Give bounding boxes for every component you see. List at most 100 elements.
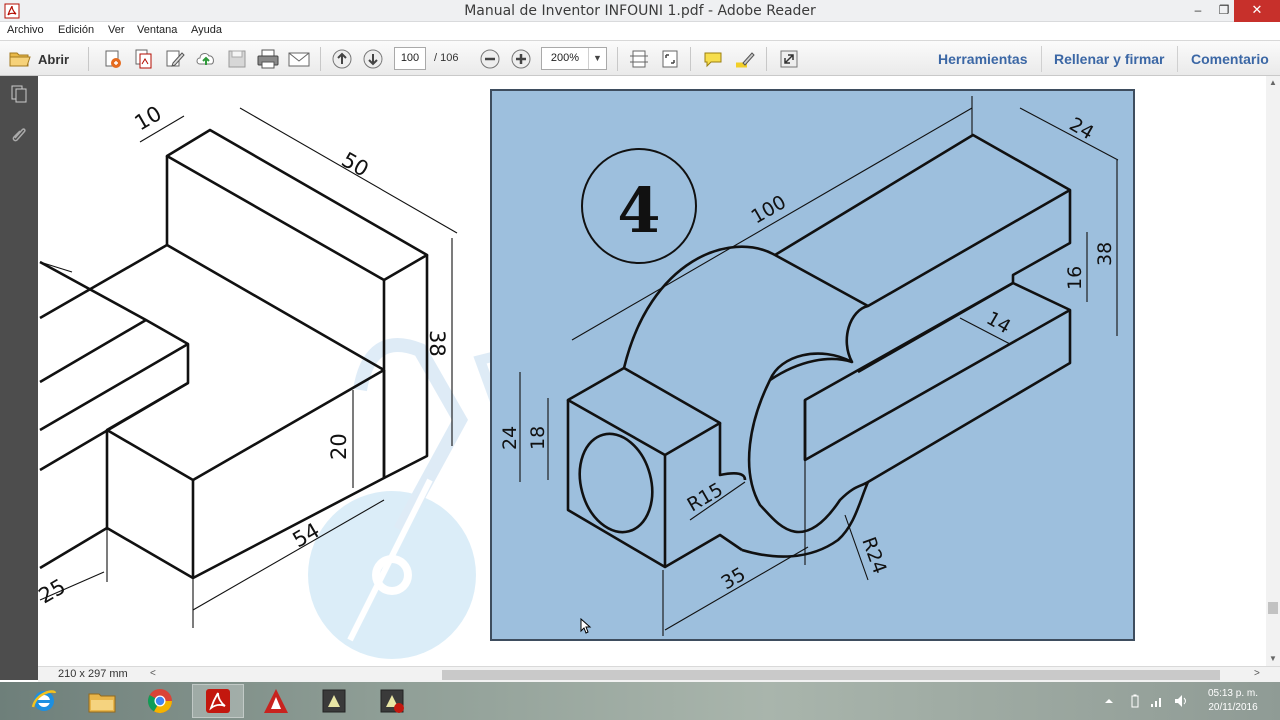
window-title: Manual de Inventor INFOUNI 1.pdf - Adobe… (464, 3, 816, 19)
wifi-signal-icon[interactable] (1150, 694, 1164, 708)
fit-width-icon (630, 50, 648, 68)
menu-ver[interactable]: Ver (108, 24, 125, 36)
clock-time: 05:13 p. m. (1207, 688, 1258, 699)
menu-ayuda[interactable]: Ayuda (191, 24, 222, 36)
toolbar-separator (88, 47, 89, 71)
combine-files-icon (135, 49, 152, 69)
email-button[interactable] (287, 47, 311, 71)
folder-icon (9, 52, 31, 67)
fill-and-sign-button[interactable]: Rellenar y firmar (1054, 51, 1165, 67)
vertical-scroll-thumb[interactable] (1268, 602, 1278, 614)
expand-icon (780, 50, 798, 68)
dim-label-24-left: 24 (499, 426, 521, 450)
scroll-down-icon[interactable]: ▼ (1266, 654, 1280, 663)
create-pdf-icon (105, 50, 121, 68)
toolbar: Abrir 100 / 106 200% ▼ Herramientas Rell… (0, 40, 1280, 76)
highlight-button[interactable] (732, 47, 756, 71)
status-bar: 210 x 297 mm < > (38, 666, 1280, 682)
page-total: / 106 (434, 52, 459, 64)
next-page-button[interactable] (361, 47, 385, 71)
scroll-right-icon[interactable]: > (1254, 668, 1260, 679)
sticky-note-button[interactable] (701, 47, 725, 71)
previous-page-button[interactable] (330, 47, 354, 71)
navigation-pane (0, 76, 38, 680)
inventor-file-taskbar-button[interactable] (366, 684, 418, 718)
save-button[interactable] (225, 47, 249, 71)
vertical-scrollbar[interactable]: ▲ ▼ (1266, 76, 1280, 666)
chevron-down-icon[interactable]: ▼ (588, 48, 606, 69)
volume-speaker-icon[interactable] (1174, 694, 1188, 708)
open-label: Abrir (38, 51, 70, 67)
zoom-value: 200% (550, 52, 580, 64)
exercise-number: 4 (617, 174, 660, 247)
inventor-taskbar-button[interactable] (308, 684, 360, 718)
envelope-icon (288, 52, 310, 67)
autocad-icon (264, 689, 288, 713)
zoom-out-button[interactable] (478, 47, 502, 71)
menu-edicion[interactable]: Edición (58, 24, 94, 36)
adobe-reader-icon (206, 689, 230, 713)
dim-label-50: 50 (338, 148, 373, 182)
zoom-in-button[interactable] (509, 47, 533, 71)
upload-cloud-button[interactable] (194, 47, 218, 71)
show-hidden-icons-icon[interactable] (1104, 696, 1114, 706)
create-pdf-button[interactable] (101, 47, 125, 71)
close-button[interactable]: ✕ (1234, 0, 1280, 22)
chrome-icon (147, 689, 172, 714)
page-thumbnails-icon[interactable] (9, 84, 29, 104)
toolbar-separator (1041, 46, 1042, 72)
tools-panel-button[interactable]: Herramientas (938, 51, 1028, 67)
dim-label-38: 38 (425, 330, 449, 357)
minimize-button[interactable]: ‒ (1184, 0, 1212, 22)
toolbar-separator (690, 47, 691, 71)
toolbar-separator (617, 47, 618, 71)
print-button[interactable] (256, 47, 280, 71)
arrow-down-circle-icon (363, 49, 383, 69)
title-bar: Manual de Inventor INFOUNI 1.pdf - Adobe… (0, 0, 1280, 22)
menu-archivo[interactable]: Archivo (7, 24, 44, 36)
document-view[interactable]: 10 50 38 20 54 25 4 100 24 38 16 14 24 1… (38, 76, 1266, 666)
folder-explorer-icon (88, 693, 116, 713)
highlighter-icon (736, 52, 755, 68)
arrow-up-circle-icon (332, 49, 352, 69)
windows-taskbar: 05:13 p. m. 20/11/2016 (0, 682, 1280, 720)
file-explorer-taskbar-button[interactable] (76, 684, 128, 718)
document-page-drawing: 10 50 38 20 54 25 4 100 24 38 16 14 24 1… (38, 89, 1135, 659)
chrome-taskbar-button[interactable] (134, 684, 186, 718)
horizontal-scroll-thumb[interactable] (442, 670, 1220, 680)
battery-icon[interactable] (1130, 694, 1140, 708)
menu-ventana[interactable]: Ventana (137, 24, 177, 36)
dim-label-38: 38 (1094, 242, 1116, 266)
internet-explorer-icon (31, 690, 57, 711)
save-icon (228, 50, 246, 68)
page-size-label: 210 x 297 mm (58, 668, 128, 680)
taskbar-clock[interactable]: 05:13 p. m. 20/11/2016 (1208, 687, 1258, 715)
toolbar-separator (1177, 46, 1178, 72)
dim-label-16: 16 (1064, 266, 1086, 290)
fit-page-icon (662, 50, 678, 68)
scroll-left-icon[interactable]: < (150, 668, 156, 679)
menu-bar: Archivo Edición Ver Ventana Ayuda (0, 22, 1280, 40)
zoom-select[interactable]: 200% ▼ (541, 47, 607, 70)
mouse-pointer-icon (580, 618, 592, 634)
dim-label-25: 25 (38, 574, 70, 608)
attachments-paperclip-icon[interactable] (9, 124, 29, 144)
open-button[interactable]: Abrir (8, 47, 69, 71)
printer-icon (257, 49, 279, 69)
page-number-input[interactable]: 100 (394, 47, 426, 70)
autocad-taskbar-button[interactable] (250, 684, 302, 718)
combine-pdf-button[interactable] (132, 47, 156, 71)
adobe-reader-taskbar-button[interactable] (192, 684, 244, 718)
comment-panel-button[interactable]: Comentario (1191, 51, 1269, 67)
fit-page-button[interactable] (627, 47, 651, 71)
full-screen-button[interactable] (777, 47, 801, 71)
internet-explorer-taskbar-button[interactable] (18, 684, 70, 718)
edit-pdf-button[interactable] (163, 47, 187, 71)
scroll-up-icon[interactable]: ▲ (1266, 78, 1280, 87)
fit-window-button[interactable] (658, 47, 682, 71)
cloud-upload-icon (196, 53, 214, 65)
inventor-document-icon (380, 689, 404, 713)
plus-circle-icon (511, 49, 531, 69)
inventor-icon (322, 689, 346, 713)
edit-document-icon (166, 50, 185, 67)
